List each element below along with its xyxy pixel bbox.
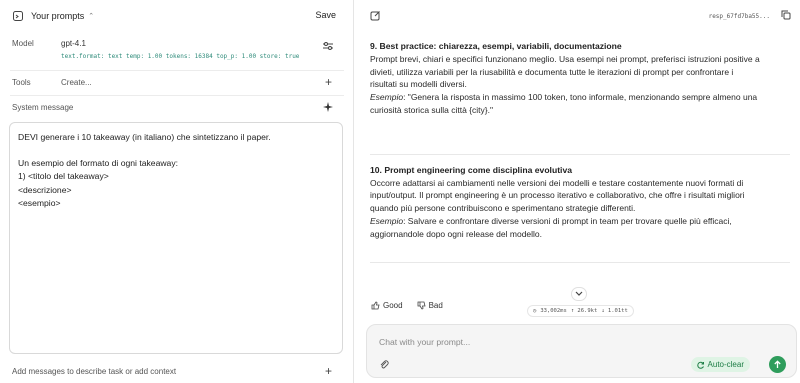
takeaway-9: 9. Best practice: chiarezza, esempi, var… bbox=[370, 40, 790, 117]
prompt-icon bbox=[12, 10, 24, 22]
system-message-input[interactable]: DEVI generare i 10 takeaway (in italiano… bbox=[9, 122, 343, 354]
create-tool-button[interactable]: Create... bbox=[61, 78, 92, 87]
model-selector[interactable]: gpt-4.1 bbox=[61, 39, 86, 48]
refresh-icon bbox=[696, 361, 704, 369]
prompt-header: Your prompts ⌃ Save bbox=[0, 0, 354, 32]
stat-tokens-in: ↑ 26.9kt bbox=[570, 308, 598, 314]
takeaway-line: Prompt brevi, chiari e specifici funzion… bbox=[370, 53, 760, 64]
clock-icon: ◷ bbox=[533, 308, 537, 314]
scroll-down-button[interactable] bbox=[571, 287, 587, 301]
add-message-row: Add messages to describe task or add con… bbox=[0, 360, 354, 383]
bad-button[interactable]: Bad bbox=[417, 301, 443, 310]
save-button[interactable]: Save bbox=[315, 10, 336, 20]
system-line: Un esempio del formato di ogni takeaway: bbox=[18, 158, 179, 169]
model-label: Model bbox=[12, 39, 34, 48]
section-divider bbox=[370, 261, 790, 263]
copy-icon[interactable] bbox=[781, 10, 791, 20]
send-button[interactable] bbox=[769, 356, 786, 373]
good-label: Good bbox=[383, 301, 403, 310]
paperclip-icon[interactable] bbox=[379, 358, 389, 370]
thumbs-up-icon bbox=[371, 301, 380, 310]
prompts-selector[interactable]: Your prompts bbox=[31, 11, 84, 21]
response-id: resp_67fd7ba55... bbox=[708, 13, 770, 20]
tools-label: Tools bbox=[12, 78, 31, 87]
bad-label: Bad bbox=[428, 301, 443, 310]
takeaway-line: Occorre adattarsi ai cambiamenti nelle v… bbox=[370, 177, 744, 188]
section-divider bbox=[370, 153, 790, 155]
feedback-bar: Good Bad bbox=[371, 301, 443, 310]
system-message-header: System message bbox=[0, 98, 354, 118]
system-line: <esempio> bbox=[18, 197, 61, 208]
takeaway-title: 10. Prompt engineering come disciplina e… bbox=[370, 164, 573, 175]
add-message-input[interactable]: Add messages to describe task or add con… bbox=[12, 367, 176, 376]
takeaway-example-line: aggiornandole dopo ogni release del mode… bbox=[370, 228, 543, 239]
divider bbox=[10, 95, 344, 96]
example-text: : "Genera la risposta in massimo 100 tok… bbox=[403, 92, 758, 103]
auto-clear-label: Auto-clear bbox=[707, 360, 744, 369]
good-button[interactable]: Good bbox=[371, 301, 403, 310]
chevron-updown-icon[interactable]: ⌃ bbox=[88, 12, 94, 20]
takeaway-example-line: curiosità storica sulla città {city}." bbox=[370, 104, 494, 115]
system-line: 1) <titolo del takeaway> bbox=[18, 171, 109, 182]
prompt-editor-panel: Your prompts ⌃ Save Model gpt-4.1 text.f… bbox=[0, 0, 354, 383]
system-line bbox=[18, 144, 334, 157]
divider bbox=[10, 70, 344, 71]
response-content: 9. Best practice: chiarezza, esempi, var… bbox=[370, 40, 790, 263]
response-stats: ◷ 33,002ms ↑ 26.9kt ↓ 1.01tt bbox=[527, 305, 634, 317]
stat-time: 33,002ms bbox=[540, 308, 567, 314]
example-label: Esempio bbox=[370, 215, 404, 226]
chevron-down-icon bbox=[575, 291, 583, 296]
takeaway-example: Esempio: Salvare e confrontare diverse v… bbox=[370, 215, 790, 228]
model-params: text.format: text temp: 1.00 tokens: 163… bbox=[61, 53, 300, 60]
system-line: <descrizione> bbox=[18, 184, 72, 195]
edit-icon[interactable] bbox=[370, 10, 381, 21]
add-tool-icon[interactable]: + bbox=[325, 75, 332, 89]
settings-sliders-icon[interactable] bbox=[322, 40, 334, 52]
takeaway-title: 9. Best practice: chiarezza, esempi, var… bbox=[370, 41, 622, 51]
add-message-icon[interactable]: + bbox=[325, 364, 332, 378]
tools-settings: Tools Create... + bbox=[0, 72, 354, 94]
takeaway-line: quando più persone contribuiscono e sper… bbox=[370, 203, 636, 214]
takeaway-example: Esempio: "Genera la risposta in massimo … bbox=[370, 91, 790, 104]
takeaway-line: risultati su modelli diversi. bbox=[370, 79, 467, 90]
arrow-up-icon bbox=[774, 360, 781, 368]
example-label: Esempio bbox=[370, 92, 404, 103]
example-text: : Salvare e confrontare diverse versioni… bbox=[403, 215, 732, 226]
response-header: resp_67fd7ba55... bbox=[355, 0, 800, 32]
response-panel: resp_67fd7ba55... 9. Best practice: chia… bbox=[355, 0, 800, 383]
chat-composer: Chat with your prompt... Auto-clear bbox=[366, 324, 797, 378]
chat-input[interactable]: Chat with your prompt... bbox=[379, 337, 470, 347]
stat-tokens-out: ↓ 1.01tt bbox=[601, 308, 628, 314]
model-settings: Model gpt-4.1 text.format: text temp: 1.… bbox=[0, 33, 354, 69]
playground-app: Your prompts ⌃ Save Model gpt-4.1 text.f… bbox=[0, 0, 800, 383]
thumbs-down-icon bbox=[417, 301, 426, 310]
takeaway-10: 10. Prompt engineering come disciplina e… bbox=[370, 164, 790, 241]
system-line: DEVI generare i 10 takeaway (in italiano… bbox=[18, 132, 271, 142]
system-message-label: System message bbox=[12, 103, 74, 112]
sparkle-icon[interactable] bbox=[322, 101, 334, 113]
takeaway-line: input/output. Il prompt engineering è un… bbox=[370, 190, 745, 201]
auto-clear-toggle[interactable]: Auto-clear bbox=[690, 357, 750, 372]
takeaway-line: divieti, utilizza variabili per la riusa… bbox=[370, 66, 734, 77]
